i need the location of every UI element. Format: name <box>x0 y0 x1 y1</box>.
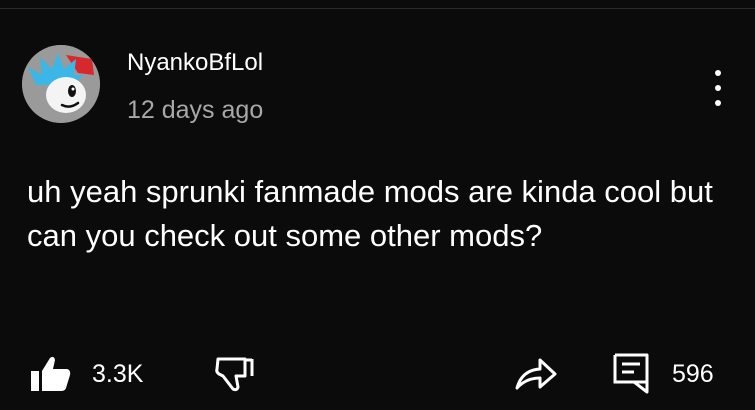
like-button[interactable] <box>30 355 72 393</box>
avatar[interactable] <box>22 45 100 123</box>
comment-timestamp: 12 days ago <box>127 96 264 124</box>
thumbs-up-icon <box>31 356 71 391</box>
top-divider <box>0 0 755 9</box>
more-vert-icon[interactable] <box>706 68 730 108</box>
comment-text: uh yeah sprunki fanmade mods are kinda c… <box>27 174 713 253</box>
comment-icon <box>613 353 649 394</box>
share-button[interactable] <box>514 356 558 392</box>
thumbs-down-icon <box>215 357 254 392</box>
like-count: 3.3K <box>92 360 144 388</box>
dislike-button[interactable] <box>214 356 254 392</box>
comment-author[interactable]: NyankoBfLol <box>127 49 263 77</box>
share-icon <box>515 358 557 390</box>
reply-count: 596 <box>672 360 714 388</box>
replies-button[interactable] <box>612 352 650 394</box>
avatar-image <box>22 45 100 123</box>
